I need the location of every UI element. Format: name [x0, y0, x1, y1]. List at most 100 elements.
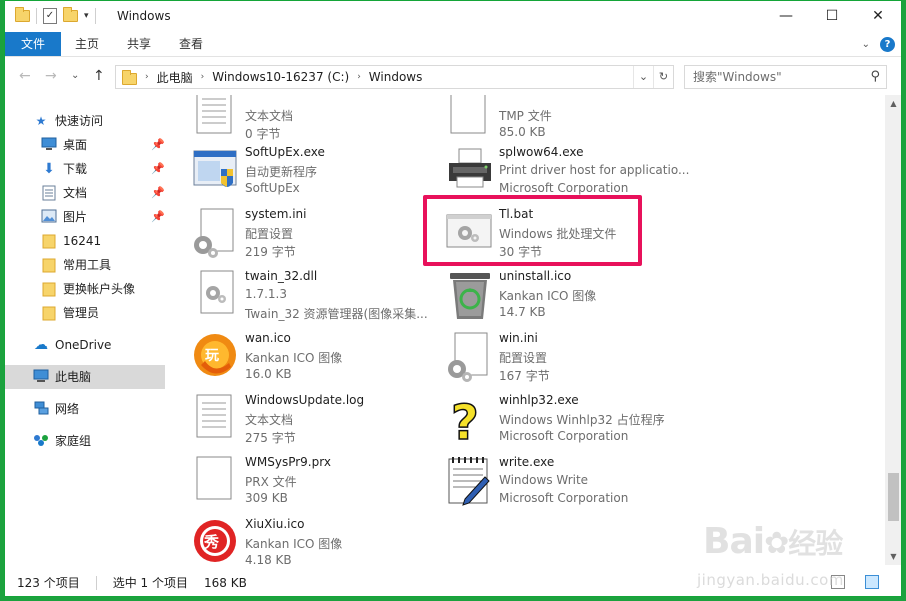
customize-toolbar-chevron-icon[interactable]: ▾ [84, 11, 89, 21]
scroll-down-arrow-icon[interactable]: ▼ [885, 548, 901, 565]
file-list: 文本文档 0 字节 TMP 文件 85.0 KB SoftUpEx.exe 自动… [165, 95, 885, 565]
file-tile[interactable]: WindowsUpdate.log 文本文档 275 字节 [191, 393, 441, 453]
nav-desktop[interactable]: 桌面 [41, 133, 87, 157]
scroll-up-arrow-icon[interactable]: ▲ [885, 95, 901, 112]
file-tile[interactable]: SoftUpEx.exe 自动更新程序 SoftUpEx [191, 145, 441, 205]
homegroup-icon [33, 433, 49, 449]
title-bar: ✓ ▾ Windows — ☐ ✕ [5, 1, 901, 32]
baidu-watermark: Bai✿经验 jingyan.baidu.com [697, 521, 844, 589]
nav-documents[interactable]: 文档 [41, 181, 87, 205]
file-detail: 309 KB [245, 491, 288, 505]
address-bar[interactable]: › 此电脑 › Windows10-16237 (C:) › Windows ⌄… [115, 65, 674, 89]
document-icon [41, 185, 57, 201]
search-input[interactable]: 搜索"Windows" ⚲ [684, 65, 887, 89]
file-tile[interactable]: 玩 wan.ico Kankan ICO 图像 16.0 KB [191, 331, 441, 391]
file-type: Kankan ICO 图像 [499, 289, 597, 303]
settings-file-icon [194, 208, 234, 258]
file-tile[interactable]: twain_32.dll 1.7.1.3 Twain_32 资源管理器(图像采集… [191, 269, 441, 329]
file-type: Windows Write [499, 473, 589, 487]
window-title: Windows [117, 9, 171, 23]
pin-icon[interactable]: 📌 [151, 186, 165, 199]
blank-file-icon [196, 456, 232, 500]
scrollbar-thumb[interactable] [888, 473, 899, 521]
new-folder-icon[interactable] [63, 7, 78, 22]
nav-pictures[interactable]: 图片 [41, 205, 87, 229]
pin-icon[interactable]: 📌 [151, 138, 165, 151]
search-icon[interactable]: ⚲ [870, 66, 880, 88]
xiuxiu-icon: 秀 [194, 520, 236, 562]
file-type: Print driver host for applicatio... [499, 163, 690, 177]
file-tile[interactable]: system.ini 配置设置 219 字节 [191, 207, 441, 267]
write-notepad-icon [448, 457, 490, 506]
nav-homegroup[interactable]: 家庭组 [33, 429, 91, 453]
folder-icon [122, 69, 137, 85]
nav-folder-admin[interactable]: 管理员 [41, 301, 99, 325]
tab-share[interactable]: 共享 [113, 32, 165, 56]
breadcrumb-this-pc[interactable]: 此电脑 [157, 69, 193, 86]
navigation-pane: ★ 快速访问 桌面 📌 ⬇ 下载 📌 文档 📌 图片 📌 16241 常用工具 … [5, 95, 165, 565]
file-tile[interactable]: ? winhlp32.exe Windows Winhlp32 占位程序 Mic… [445, 393, 695, 453]
file-name: write.exe [499, 455, 555, 469]
recent-locations-chevron-icon[interactable]: ⌄ [71, 70, 79, 81]
tab-home[interactable]: 主页 [61, 32, 113, 56]
folder-icon [15, 7, 30, 22]
file-name: uninstall.ico [499, 269, 572, 283]
file-detail: 85.0 KB [499, 125, 546, 139]
selected-count: 选中 1 个项目 [112, 576, 188, 590]
properties-icon[interactable]: ✓ [43, 8, 57, 24]
file-detail: Microsoft Corporation [499, 181, 629, 195]
selected-size: 168 KB [204, 576, 247, 590]
file-detail: 16.0 KB [245, 367, 292, 381]
nav-folder-16241[interactable]: 16241 [41, 229, 101, 253]
vertical-scrollbar[interactable]: ▲ ▼ [885, 95, 901, 565]
file-name: winhlp32.exe [499, 393, 579, 407]
text-document-icon [196, 394, 232, 438]
file-tile[interactable]: WMSysPr9.prx PRX 文件 309 KB [191, 455, 441, 515]
application-shield-icon [193, 150, 237, 187]
nav-onedrive[interactable]: ☁ OneDrive [33, 333, 111, 357]
file-tile[interactable]: win.ini 配置设置 167 字节 [445, 331, 695, 391]
refresh-icon[interactable]: ↻ [653, 66, 673, 88]
folder-icon [41, 233, 57, 249]
breadcrumb-windows[interactable]: Windows [369, 70, 423, 84]
cloud-icon: ☁ [34, 337, 48, 353]
pin-icon[interactable]: 📌 [151, 162, 165, 175]
file-tile[interactable]: write.exe Windows Write Microsoft Corpor… [445, 455, 695, 515]
forward-arrow-icon[interactable]: → [45, 68, 57, 84]
file-type: 配置设置 [499, 351, 548, 365]
nav-folder-avatar[interactable]: 更换帐户头像 [41, 277, 135, 301]
file-tile[interactable]: uninstall.ico Kankan ICO 图像 14.7 KB [445, 269, 695, 329]
nav-downloads[interactable]: ⬇ 下载 [41, 157, 87, 181]
file-tile[interactable]: 秀 XiuXiu.ico Kankan ICO 图像 4.18 KB [191, 517, 441, 565]
text-document-icon [196, 95, 232, 134]
expand-ribbon-chevron-icon[interactable]: ⌄ [862, 39, 870, 50]
file-tile[interactable]: 文本文档 0 字节 [191, 95, 441, 149]
selection-highlight-box [423, 195, 642, 266]
file-tile[interactable]: TMP 文件 85.0 KB [445, 95, 695, 149]
svg-text:秀: 秀 [203, 533, 220, 551]
file-name: splwow64.exe [499, 145, 584, 159]
blank-file-icon [450, 95, 486, 134]
svg-text:?: ? [451, 395, 479, 449]
folder-icon [41, 257, 57, 273]
file-type: Windows Winhlp32 占位程序 [499, 413, 665, 427]
breadcrumb-drive[interactable]: Windows10-16237 (C:) [212, 70, 349, 84]
svg-text:玩: 玩 [205, 348, 219, 364]
back-arrow-icon[interactable]: ← [19, 68, 31, 84]
nav-quick-access[interactable]: ★ 快速访问 [33, 109, 103, 133]
wan-play-icon: 玩 [194, 334, 236, 376]
help-question-icon: ? [450, 394, 479, 449]
maximize-button[interactable]: ☐ [809, 1, 855, 31]
close-button[interactable]: ✕ [855, 1, 901, 31]
nav-folder-tools[interactable]: 常用工具 [41, 253, 111, 277]
pin-icon[interactable]: 📌 [151, 210, 165, 223]
address-dropdown-chevron-icon[interactable]: ⌄ [633, 66, 653, 88]
tab-file[interactable]: 文件 [5, 32, 62, 56]
folder-icon [41, 305, 57, 321]
minimize-button[interactable]: — [763, 1, 809, 31]
nav-network[interactable]: 网络 [33, 397, 79, 421]
tab-view[interactable]: 查看 [165, 32, 217, 56]
help-icon[interactable]: ? [880, 37, 895, 52]
up-arrow-icon[interactable]: ↑ [93, 68, 105, 84]
nav-this-pc[interactable]: 此电脑 [33, 365, 91, 389]
